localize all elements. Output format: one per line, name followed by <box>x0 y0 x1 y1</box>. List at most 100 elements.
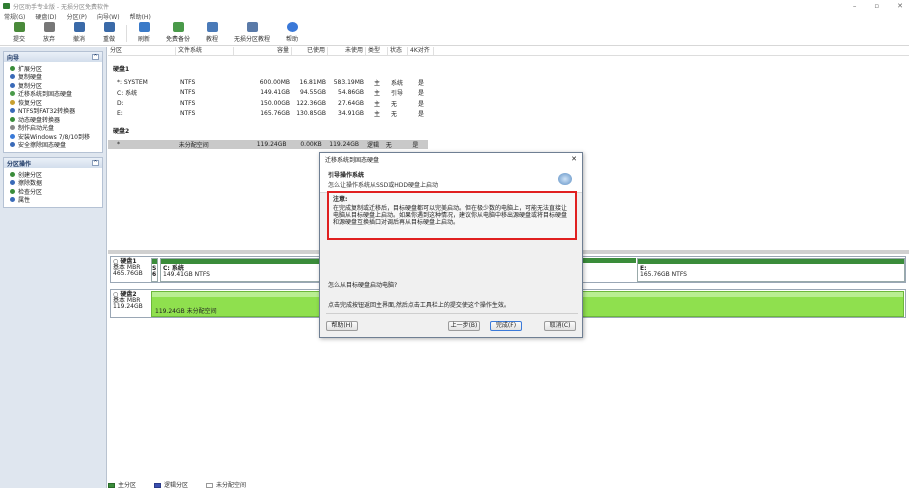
disk1-info: ○ 硬盘1 基本 MBR 465.76GB <box>113 258 143 277</box>
tutorial-button[interactable]: 教程 <box>197 22 227 45</box>
c-partition-block[interactable]: C: 系统 149.41GB NTFS <box>160 258 320 282</box>
minimize-button[interactable]: – <box>853 2 857 10</box>
sidebar-item-create-partition[interactable]: 创建分区 <box>10 170 102 179</box>
undo-icon <box>73 22 85 32</box>
wizard-panel-header[interactable]: 向导 ^ <box>4 52 102 62</box>
system-partition-block[interactable]: S6 <box>151 258 158 282</box>
back-button[interactable]: 上一步(B) <box>448 321 480 331</box>
migrate-os-dialog: 迁移系统到固态硬盘 ✕ 引导操作系统 怎么让操作系统从SSD或HDD硬盘上启动 … <box>319 152 583 338</box>
partition-tutorial-icon <box>246 22 258 32</box>
menu-disk[interactable]: 硬盘(D) <box>35 12 56 22</box>
sidebar-item-ntfs-fat32[interactable]: NTFS到FAT32转换器 <box>10 107 102 115</box>
close-button[interactable]: ✕ <box>897 2 903 10</box>
backup-icon <box>172 22 184 32</box>
app-icon <box>3 3 10 9</box>
menu-partition[interactable]: 分区(P) <box>67 12 87 22</box>
boot-question-link[interactable]: 怎么从目标硬盘启动电脑? <box>328 280 397 289</box>
tutorial-icon <box>206 22 218 32</box>
col-partition[interactable]: 分区 <box>108 47 176 55</box>
menu-general[interactable]: 常规(G) <box>4 12 25 22</box>
copy-disk-icon <box>10 74 15 80</box>
recover-icon <box>10 99 15 105</box>
free-backup-button[interactable]: 免费备份 <box>159 22 197 45</box>
sidebar-item-recover-partition[interactable]: 恢复分区 <box>10 98 102 107</box>
system-partition-bar <box>152 259 157 264</box>
sidebar-item-wipe-data[interactable]: 擦除数据 <box>10 179 102 187</box>
toolbar: 提交 放弃 撤消 重做 刷新 免费备份 教程 无损分区教程 帮助 <box>0 22 909 46</box>
primary-swatch <box>108 483 115 488</box>
col-capacity[interactable]: 容量 <box>234 47 292 55</box>
disk2-info: ○ 硬盘2 基本 MBR 119.24GB <box>113 291 143 310</box>
refresh-icon <box>138 22 150 32</box>
dialog-header-title: 引导操作系统 <box>328 172 365 179</box>
sidebar-item-boot-cd[interactable]: 制作启动光盘 <box>10 124 102 132</box>
windows-icon <box>10 133 15 139</box>
help-dialog-button[interactable]: 帮助(H) <box>326 321 358 331</box>
help-button[interactable]: 帮助 <box>277 22 307 45</box>
e-partition-block[interactable]: E: 165.76GB NTFS <box>637 258 905 282</box>
disk-logo-icon <box>558 173 572 185</box>
check-icon <box>13 22 25 32</box>
partition-table-header: 分区 文件系统 容量 已使用 未使用 类型 状态 4K对齐 <box>108 47 909 56</box>
e-partition-bar <box>638 259 904 264</box>
partition-ops-header[interactable]: 分区操作 ^ <box>4 158 102 168</box>
sidebar-item-ssd-erase[interactable]: 安全擦除固态硬盘 <box>10 141 102 149</box>
menu-help[interactable]: 帮助(H) <box>130 12 151 22</box>
sidebar-item-check-partition[interactable]: 检查分区 <box>10 187 102 196</box>
notice-title: 注意: <box>333 196 348 203</box>
convert-icon <box>10 108 15 114</box>
sidebar-item-copy-disk[interactable]: 复制硬盘 <box>10 73 102 81</box>
unallocated-swatch <box>206 483 214 488</box>
wipe-icon <box>10 180 15 186</box>
apply-button[interactable]: 提交 <box>4 22 34 45</box>
partition-ops-panel: 分区操作 ^ 创建分区 擦除数据 检查分区 属性 <box>3 157 103 208</box>
menu-wizard[interactable]: 向导(W) <box>97 12 120 22</box>
table-row[interactable]: D: NTFS 150.00GB 122.36GB 27.64GB 主 无 是 <box>108 99 434 108</box>
create-icon <box>10 171 15 177</box>
sidebar: 向导 ^ 扩展分区 复制硬盘 复制分区 迁移系统到固态硬盘 恢复分区 NTFS到F… <box>0 47 107 488</box>
disk1-group-label: 硬盘1 <box>113 66 130 73</box>
col-used[interactable]: 已使用 <box>292 47 328 55</box>
disk2-group-label: 硬盘2 <box>113 128 130 135</box>
table-row[interactable]: *: SYSTEM NTFS 600.00MB 16.81MB 583.19MB… <box>108 78 434 87</box>
sidebar-item-windows-to-go[interactable]: 安装Windows 7/8/10到移 <box>10 132 102 141</box>
col-4k[interactable]: 4K对齐 <box>408 47 434 55</box>
dialog-close-button[interactable]: ✕ <box>571 155 577 163</box>
finish-button[interactable]: 完成(F) <box>490 321 522 331</box>
erase-icon <box>10 142 15 148</box>
col-unused[interactable]: 未使用 <box>328 47 366 55</box>
collapse-icon[interactable]: ^ <box>92 54 99 60</box>
table-row[interactable]: C: 系统 NTFS 149.41GB 94.55GB 54.86GB 主 引导… <box>108 88 434 97</box>
collapse-icon[interactable]: ^ <box>92 160 99 166</box>
wizard-panel: 向导 ^ 扩展分区 复制硬盘 复制分区 迁移系统到固态硬盘 恢复分区 NTFS到F… <box>3 51 103 153</box>
redo-button[interactable]: 重做 <box>94 22 124 45</box>
sidebar-item-dynamic-disk[interactable]: 动态硬盘转换器 <box>10 115 102 124</box>
sidebar-item-migrate-os[interactable]: 迁移系统到固态硬盘 <box>10 90 102 98</box>
check-partition-icon <box>10 188 15 194</box>
refresh-button[interactable]: 刷新 <box>129 22 159 45</box>
sidebar-item-extend-partition[interactable]: 扩展分区 <box>10 64 102 73</box>
discard-button[interactable]: 放弃 <box>34 22 64 45</box>
sidebar-item-copy-partition[interactable]: 复制分区 <box>10 81 102 90</box>
maximize-button[interactable]: ▫ <box>874 2 879 10</box>
partition-tutorial-button[interactable]: 无损分区教程 <box>227 22 277 45</box>
logical-swatch <box>154 483 162 488</box>
redo-icon <box>103 22 115 32</box>
col-filesystem[interactable]: 文件系统 <box>176 47 234 55</box>
table-row-selected[interactable]: * 未分配空间 119.24GB 0.00KB 119.24GB 逻辑 无 是 <box>108 140 428 149</box>
cancel-button[interactable]: 取消(C) <box>544 321 576 331</box>
c-partition-bar <box>161 259 319 264</box>
extend-icon <box>10 65 15 71</box>
sidebar-item-properties[interactable]: 属性 <box>10 196 102 204</box>
col-status[interactable]: 状态 <box>388 47 408 55</box>
dialog-header-subtitle: 怎么让操作系统从SSD或HDD硬盘上启动 <box>328 182 438 189</box>
col-type[interactable]: 类型 <box>366 47 388 55</box>
dialog-titlebar: 迁移系统到固态硬盘 ✕ <box>320 153 582 165</box>
notice-body: 在完成复制或迁移后，目标硬盘都可以完美启动。但在极少数的电脑上，可能无法直接让电… <box>333 205 568 226</box>
boot-cd-icon <box>10 125 15 131</box>
table-row[interactable]: E: NTFS 165.76GB 130.85GB 34.91GB 主 无 是 <box>108 109 434 118</box>
dialog-divider <box>326 313 578 314</box>
undo-button[interactable]: 撤消 <box>64 22 94 45</box>
window-title: 分区助手专业版 - 无损分区免费软件 <box>13 3 109 11</box>
dialog-header: 引导操作系统 怎么让操作系统从SSD或HDD硬盘上启动 <box>320 165 582 193</box>
